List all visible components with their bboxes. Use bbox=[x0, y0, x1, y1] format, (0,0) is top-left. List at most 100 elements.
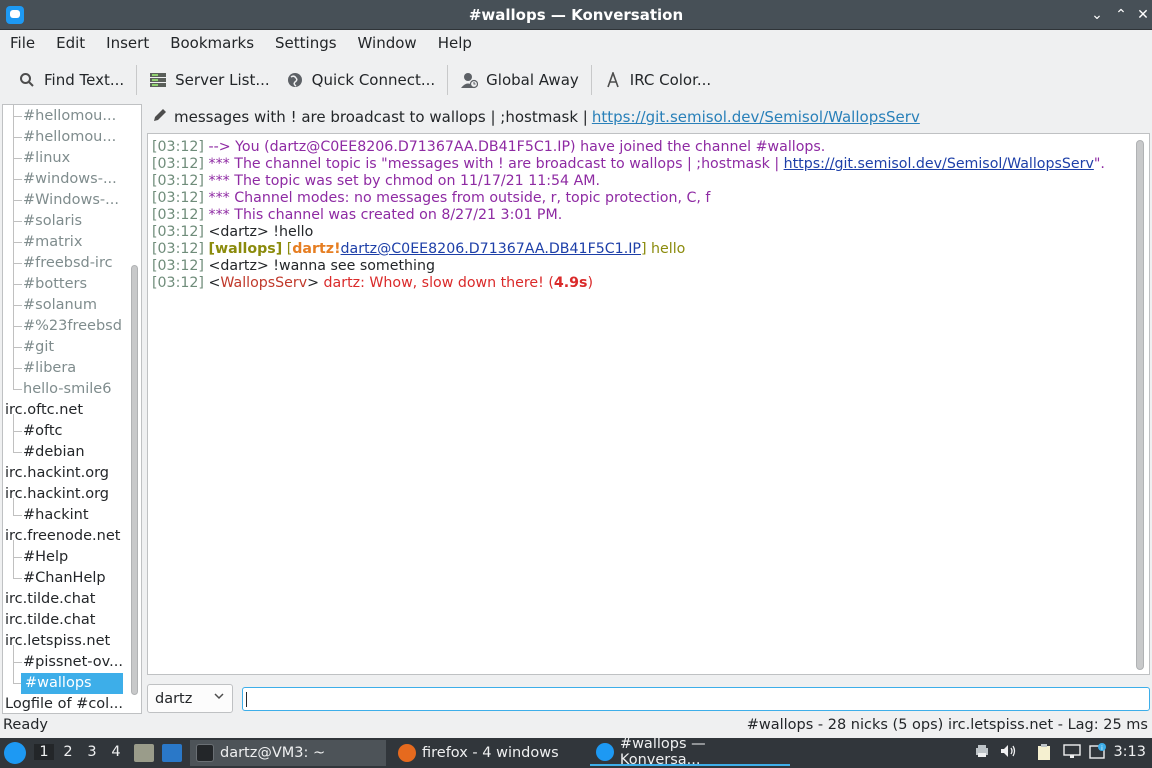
chat-scrollbar[interactable] bbox=[1136, 140, 1144, 670]
channel-topic: messages with ! are broadcast to wallops… bbox=[174, 108, 588, 126]
nickname-selector[interactable]: dartz bbox=[147, 684, 233, 713]
server-list-label: Server List... bbox=[175, 71, 270, 89]
tree-server-item[interactable]: irc.hackint.org bbox=[5, 463, 109, 484]
chat-line-topic-setter: [03:12] *** The topic was set by chmod o… bbox=[152, 173, 600, 190]
menu-settings[interactable]: Settings bbox=[267, 34, 345, 52]
message-text: *** The channel topic is "messages with … bbox=[208, 156, 784, 172]
tree-branch-line bbox=[13, 645, 14, 683]
menu-help[interactable]: Help bbox=[430, 34, 480, 52]
text-color-icon bbox=[604, 71, 622, 89]
clock[interactable]: 3:13 bbox=[1113, 744, 1146, 760]
notifications-icon[interactable]: i bbox=[1088, 743, 1108, 763]
nick[interactable]: WallopsServ bbox=[220, 275, 307, 291]
find-text-button[interactable]: Find Text... bbox=[10, 63, 132, 97]
tree-channel-item[interactable]: #freebsd-irc bbox=[23, 253, 123, 274]
toolbar-separator bbox=[136, 65, 138, 95]
tree-channel-item[interactable]: hello-smile6 bbox=[23, 379, 123, 400]
tree-channel-item[interactable]: #Windows-... bbox=[23, 190, 123, 211]
volume-icon[interactable] bbox=[998, 743, 1018, 763]
tree-server-item[interactable]: irc.tilde.chat bbox=[5, 589, 95, 610]
tree-channel-item[interactable]: #debian bbox=[23, 442, 123, 463]
minimize-button[interactable]: ⌄ bbox=[1086, 4, 1108, 26]
timestamp: [03:12] bbox=[152, 139, 204, 155]
tree-channel-item[interactable]: #%23freebsd bbox=[23, 316, 123, 337]
search-icon bbox=[18, 71, 36, 89]
terminal-icon bbox=[196, 744, 214, 762]
menu-window[interactable]: Window bbox=[350, 34, 425, 52]
printer-icon[interactable] bbox=[972, 743, 992, 763]
close-button[interactable]: ✕ bbox=[1132, 4, 1152, 26]
network-icon[interactable] bbox=[1062, 743, 1082, 763]
server-channel-tree[interactable]: #hellomou... #hellomou... #linux #windows-.… bbox=[2, 104, 142, 714]
chat-view[interactable]: [03:12] --> You (dartz@C0EE8206.D71367AA… bbox=[147, 133, 1150, 675]
timestamp: [03:12] bbox=[152, 241, 204, 257]
desktop-1[interactable]: 1 bbox=[34, 744, 54, 760]
quick-connect-button[interactable]: Quick Connect... bbox=[278, 63, 444, 97]
nick[interactable]: dartz bbox=[292, 241, 334, 257]
task-label: dartz@VM3: ~ bbox=[220, 745, 326, 761]
menu-bar: File Edit Insert Bookmarks Settings Wind… bbox=[0, 30, 1152, 56]
tree-channel-item[interactable]: #matrix bbox=[23, 232, 123, 253]
topic-url-link[interactable]: https://git.semisol.dev/Semisol/WallopsS… bbox=[784, 156, 1094, 172]
tree-channel-item[interactable]: #hellomou... bbox=[23, 127, 123, 148]
tree-channel-item[interactable]: #ChanHelp bbox=[23, 568, 123, 589]
topic-bar: messages with ! are broadcast to wallops… bbox=[148, 104, 1152, 130]
tree-branch-line bbox=[13, 200, 22, 201]
timestamp: [03:12] bbox=[152, 258, 204, 274]
tree-channel-item[interactable]: #Help bbox=[23, 547, 123, 568]
bracket: ] bbox=[640, 241, 647, 257]
tree-server-item[interactable]: irc.tilde.chat bbox=[5, 610, 95, 631]
tree-server-item[interactable]: irc.hackint.org bbox=[5, 484, 109, 505]
task-firefox[interactable]: firefox - 4 windows bbox=[392, 740, 588, 766]
edit-topic-icon[interactable] bbox=[152, 107, 168, 127]
menu-file[interactable]: File bbox=[2, 34, 43, 52]
tree-channel-item[interactable]: #hackint bbox=[23, 505, 123, 526]
chat-line-bot-reply: [03:12] <WallopsServ> dartz: Whow, slow … bbox=[152, 275, 593, 292]
clipboard-icon[interactable] bbox=[1034, 743, 1054, 763]
tree-channel-item[interactable]: #hellomou... bbox=[23, 106, 123, 127]
chat-line-created: [03:12] *** This channel was created on … bbox=[152, 207, 562, 224]
desktop-3[interactable]: 3 bbox=[82, 744, 102, 760]
tree-channel-item[interactable]: #oftc bbox=[23, 421, 123, 442]
tree-server-item[interactable]: Logfile of #col... bbox=[5, 694, 123, 713]
tree-branch-line bbox=[13, 221, 22, 222]
file-manager-icon[interactable] bbox=[134, 744, 154, 762]
server-list-button[interactable]: Server List... bbox=[141, 63, 277, 97]
chat-line-message: [03:12] <dartz> !wanna see something bbox=[152, 258, 435, 275]
topic-link[interactable]: https://git.semisol.dev/Semisol/WallopsS… bbox=[592, 108, 920, 126]
maximize-button[interactable]: ⌃ bbox=[1110, 4, 1132, 26]
chat-line-wallops: [03:12] [wallops] [dartz!dartz@C0EE8206.… bbox=[152, 241, 685, 258]
start-menu-icon[interactable] bbox=[4, 742, 26, 764]
tree-branch-line bbox=[13, 515, 22, 516]
hostmask-link[interactable]: dartz@C0EE8206.D71367AA.DB41F5C1.IP bbox=[341, 241, 641, 257]
global-away-button[interactable]: Global Away bbox=[452, 63, 587, 97]
menu-bookmarks[interactable]: Bookmarks bbox=[162, 34, 262, 52]
message-input[interactable] bbox=[242, 687, 1150, 711]
tree-server-item[interactable]: irc.freenode.net bbox=[5, 526, 120, 547]
irc-color-button[interactable]: IRC Color... bbox=[596, 63, 719, 97]
tree-channel-item[interactable]: #solanum bbox=[23, 295, 123, 316]
timestamp: [03:12] bbox=[152, 173, 204, 189]
tree-scrollbar[interactable] bbox=[131, 265, 138, 695]
desktop-4[interactable]: 4 bbox=[106, 744, 126, 760]
tree-channel-item[interactable]: #libera bbox=[23, 358, 123, 379]
title-bar: #wallops — Konversation ⌄ ⌃ ✕ bbox=[0, 0, 1152, 30]
tree-server-item[interactable]: irc.letspiss.net bbox=[5, 631, 110, 652]
desktop-2[interactable]: 2 bbox=[58, 744, 78, 760]
tree-channel-item[interactable]: #solaris bbox=[23, 211, 123, 232]
task-label: #wallops — Konversa... bbox=[619, 736, 706, 768]
tree-branch-line bbox=[13, 284, 22, 285]
tree-channel-item[interactable]: #git bbox=[23, 337, 123, 358]
firefox-icon bbox=[398, 744, 416, 762]
tree-channel-item[interactable]: #linux bbox=[23, 148, 123, 169]
show-desktop-icon[interactable] bbox=[162, 744, 182, 762]
tree-channel-item[interactable]: #windows-... bbox=[23, 169, 123, 190]
menu-edit[interactable]: Edit bbox=[48, 34, 93, 52]
tree-channel-item[interactable]: #botters bbox=[23, 274, 123, 295]
tree-channel-item[interactable]: #pissnet-ov... bbox=[23, 652, 123, 673]
tree-server-item[interactable]: irc.oftc.net bbox=[5, 400, 83, 421]
tree-channel-item[interactable]: #wallops bbox=[21, 673, 123, 694]
task-konversation[interactable]: #wallops — Konversa... bbox=[590, 736, 790, 768]
task-terminal[interactable]: dartz@VM3: ~ bbox=[190, 740, 386, 766]
menu-insert[interactable]: Insert bbox=[98, 34, 157, 52]
